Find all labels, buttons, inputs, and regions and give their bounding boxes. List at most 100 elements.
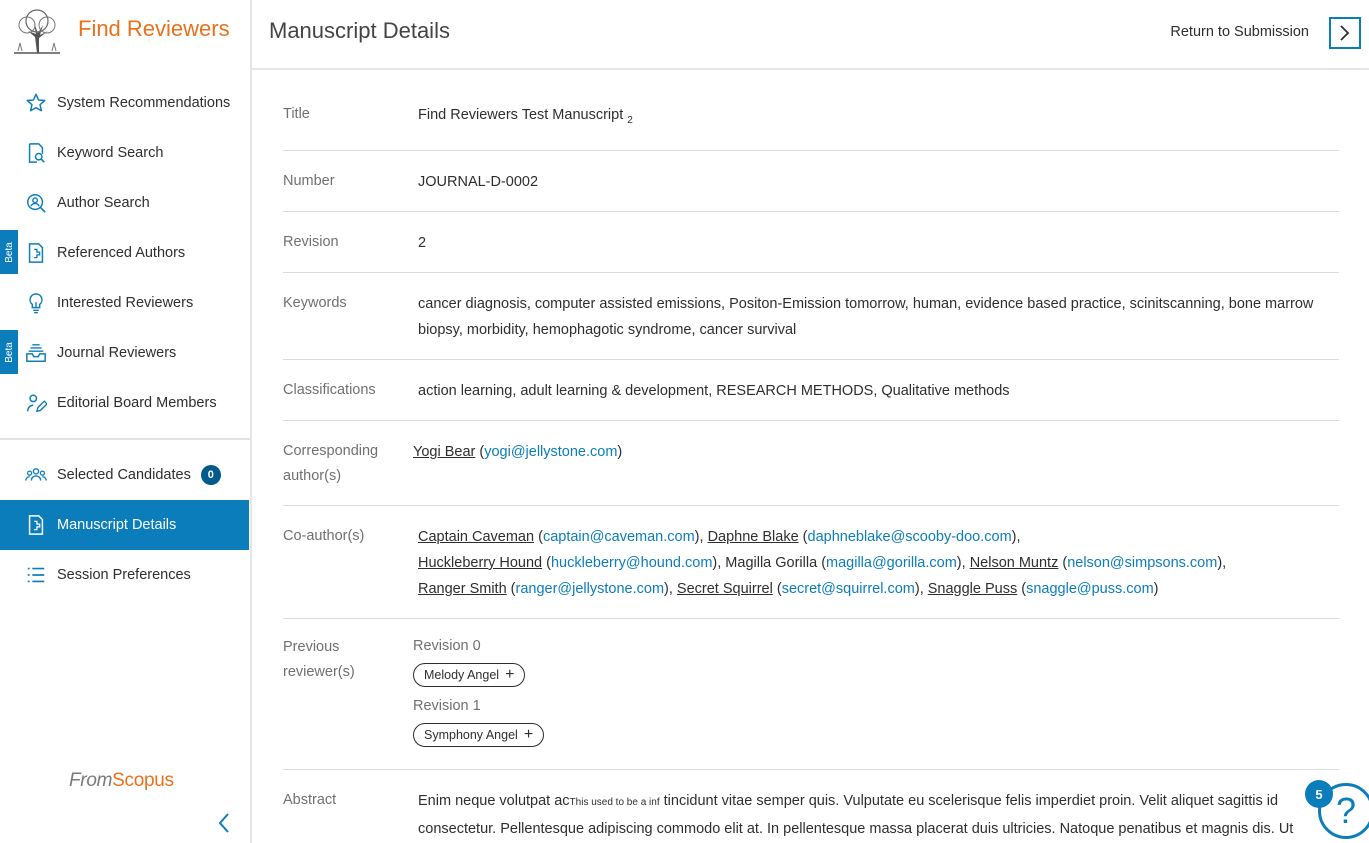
page-title: Manuscript Details xyxy=(269,18,450,43)
field-value: Yogi Bear (yogi@jellystone.com) xyxy=(413,443,623,460)
sidebar-item-selected-candidates[interactable]: Selected Candidates 0 xyxy=(0,450,250,500)
author-name-link[interactable]: Huckleberry Hound xyxy=(418,555,542,571)
elsevier-tree-logo xyxy=(10,7,64,55)
author-email-link[interactable]: yogi@jellystone.com xyxy=(484,444,617,460)
author-email-link[interactable]: ranger@jellystone.com xyxy=(516,581,665,597)
person-search-icon xyxy=(24,191,48,215)
reviewer-chip[interactable]: Symphony Angel + xyxy=(413,722,545,747)
lightbulb-icon xyxy=(24,291,48,315)
detail-row-abstract: Abstract Enim neque volutpat acThis used… xyxy=(283,770,1339,843)
sidebar-item-label: System Recommendations xyxy=(57,95,231,111)
revision-number: 2 xyxy=(418,234,427,251)
sidebar-item-interested-reviewers[interactable]: Interested Reviewers xyxy=(0,278,250,328)
manuscript-number: JOURNAL-D-0002 xyxy=(418,173,539,190)
author-email-link[interactable]: nelson@simpsons.com xyxy=(1067,555,1217,571)
document-search-icon xyxy=(24,141,48,165)
secondary-nav: Selected Candidates 0 Manuscript Details… xyxy=(0,450,250,600)
help-count-badge: 5 xyxy=(1305,780,1333,808)
previous-reviewers-list: Revision 0 Melody Angel + Revision 1 Sym… xyxy=(413,635,1339,755)
detail-row-keywords: Keywords cancer diagnosis, computer assi… xyxy=(283,273,1339,360)
detail-row-coauthors: Co-author(s) Captain Caveman (captain@ca… xyxy=(283,506,1339,619)
field-label: Keywords xyxy=(283,294,347,311)
author-email-link[interactable]: secret@squirrel.com xyxy=(782,581,915,597)
sidebar-item-label: Interested Reviewers xyxy=(57,295,194,311)
field-label: Title xyxy=(283,106,310,122)
detail-row-classifications: Classifications action learning, adult l… xyxy=(283,360,1339,421)
author-name-link[interactable]: Captain Caveman xyxy=(418,529,534,545)
document-reference-icon xyxy=(24,241,48,265)
classifications-value: action learning, adult learning & develo… xyxy=(418,382,1010,399)
sidebar-item-label: Referenced Authors xyxy=(57,245,186,261)
app-title: Find Reviewers xyxy=(78,16,230,41)
primary-nav: System Recommendations Keyword Search Au… xyxy=(0,78,250,428)
field-value: Find Reviewers Test Manuscript 2 xyxy=(418,102,1339,134)
sidebar-item-journal-reviewers[interactable]: Beta Journal Reviewers xyxy=(0,328,250,378)
return-to-submission-button[interactable] xyxy=(1329,17,1361,49)
author-name-link[interactable]: Snaggle Puss xyxy=(928,581,1017,597)
keywords-value: cancer diagnosis, computer assisted emis… xyxy=(418,295,1314,338)
revision-group-label: Revision 0 xyxy=(413,637,481,654)
detail-row-title: Title Find Reviewers Test Manuscript 2 xyxy=(283,84,1339,151)
title-subscript: 2 xyxy=(627,114,633,126)
beta-tag: Beta xyxy=(0,330,18,374)
author-email-link[interactable]: snaggle@puss.com xyxy=(1026,581,1154,597)
author-email-link[interactable]: daphneblake@scooby-doo.com xyxy=(808,529,1012,545)
question-icon: ? xyxy=(1335,790,1357,831)
from-scopus-logo: FromScopus xyxy=(69,770,174,791)
brand: Find Reviewers xyxy=(10,6,230,56)
author-name-link[interactable]: Nelson Muntz xyxy=(970,555,1059,571)
nav-divider xyxy=(0,438,250,440)
reviewer-chip[interactable]: Melody Angel + xyxy=(413,662,526,687)
coauthors-list: Captain Caveman (captain@caveman.com), D… xyxy=(418,528,1227,597)
page-header: Manuscript Details Return to Submission xyxy=(252,0,1369,70)
add-icon: + xyxy=(505,665,515,683)
sidebar-item-manuscript-details[interactable]: Manuscript Details xyxy=(0,500,249,550)
field-label: Previous reviewer(s) xyxy=(283,638,355,680)
sidebar-item-label: Session Preferences xyxy=(57,567,191,583)
sidebar-item-author-search[interactable]: Author Search xyxy=(0,178,250,228)
add-icon: + xyxy=(523,725,534,743)
detail-row-revision: Revision 2 xyxy=(283,212,1339,273)
sidebar-item-label: Editorial Board Members xyxy=(57,395,217,411)
sidebar-item-label: Author Search xyxy=(57,195,150,211)
sidebar-item-label: Manuscript Details xyxy=(57,517,177,533)
reviewer-name: Symphony Angel xyxy=(424,727,518,742)
chevron-right-icon xyxy=(1340,25,1350,41)
author-email-link[interactable]: magilla@gorilla.com xyxy=(826,555,957,571)
group-icon xyxy=(24,463,48,487)
sidebar-item-label: Selected Candidates xyxy=(57,467,191,483)
field-label: Co-author(s) xyxy=(283,527,365,544)
collapse-sidebar-button[interactable] xyxy=(212,810,236,836)
return-to-submission-link[interactable]: Return to Submission xyxy=(1170,24,1309,40)
sidebar-item-session-preferences[interactable]: Session Preferences xyxy=(0,550,250,600)
field-label: Number xyxy=(283,172,335,189)
chevron-left-icon xyxy=(218,813,229,833)
detail-row-number: Number JOURNAL-D-0002 xyxy=(283,151,1339,212)
manuscript-title: Find Reviewers Test Manuscript xyxy=(418,107,624,123)
author-name-link[interactable]: Yogi Bear xyxy=(413,444,475,460)
list-icon xyxy=(24,563,48,587)
reviewer-name: Melody Angel xyxy=(424,667,500,682)
star-icon xyxy=(24,91,48,115)
sidebar-item-system-recommendations[interactable]: System Recommendations xyxy=(0,78,250,128)
candidates-count-badge: 0 xyxy=(200,465,221,485)
inbox-tray-icon xyxy=(24,341,48,365)
field-label: Abstract xyxy=(283,791,337,808)
sidebar-item-label: Journal Reviewers xyxy=(57,345,177,361)
sidebar-item-label: Keyword Search xyxy=(57,145,164,161)
pen-person-icon xyxy=(24,391,48,415)
author-name-link[interactable]: Daphne Blake xyxy=(708,529,799,545)
author-name-link[interactable]: Secret Squirrel xyxy=(677,581,773,597)
sidebar-item-editorial-board-members[interactable]: Editorial Board Members xyxy=(0,378,250,428)
author-name-link[interactable]: Ranger Smith xyxy=(418,581,507,597)
revision-group-label: Revision 1 xyxy=(413,697,481,714)
sidebar-item-keyword-search[interactable]: Keyword Search xyxy=(0,128,250,178)
manuscript-icon xyxy=(24,513,48,537)
author-name: Magilla Gorilla xyxy=(725,554,818,571)
sidebar-item-referenced-authors[interactable]: Beta Referenced Authors xyxy=(0,228,250,278)
author-email-link[interactable]: captain@caveman.com xyxy=(543,529,695,545)
detail-row-previous-reviewers: Previous reviewer(s) Revision 0 Melody A… xyxy=(283,619,1339,770)
author-email-link[interactable]: huckleberry@hound.com xyxy=(551,555,712,571)
manuscript-details: Title Find Reviewers Test Manuscript 2 N… xyxy=(283,84,1339,843)
field-label: Classifications xyxy=(283,381,376,398)
